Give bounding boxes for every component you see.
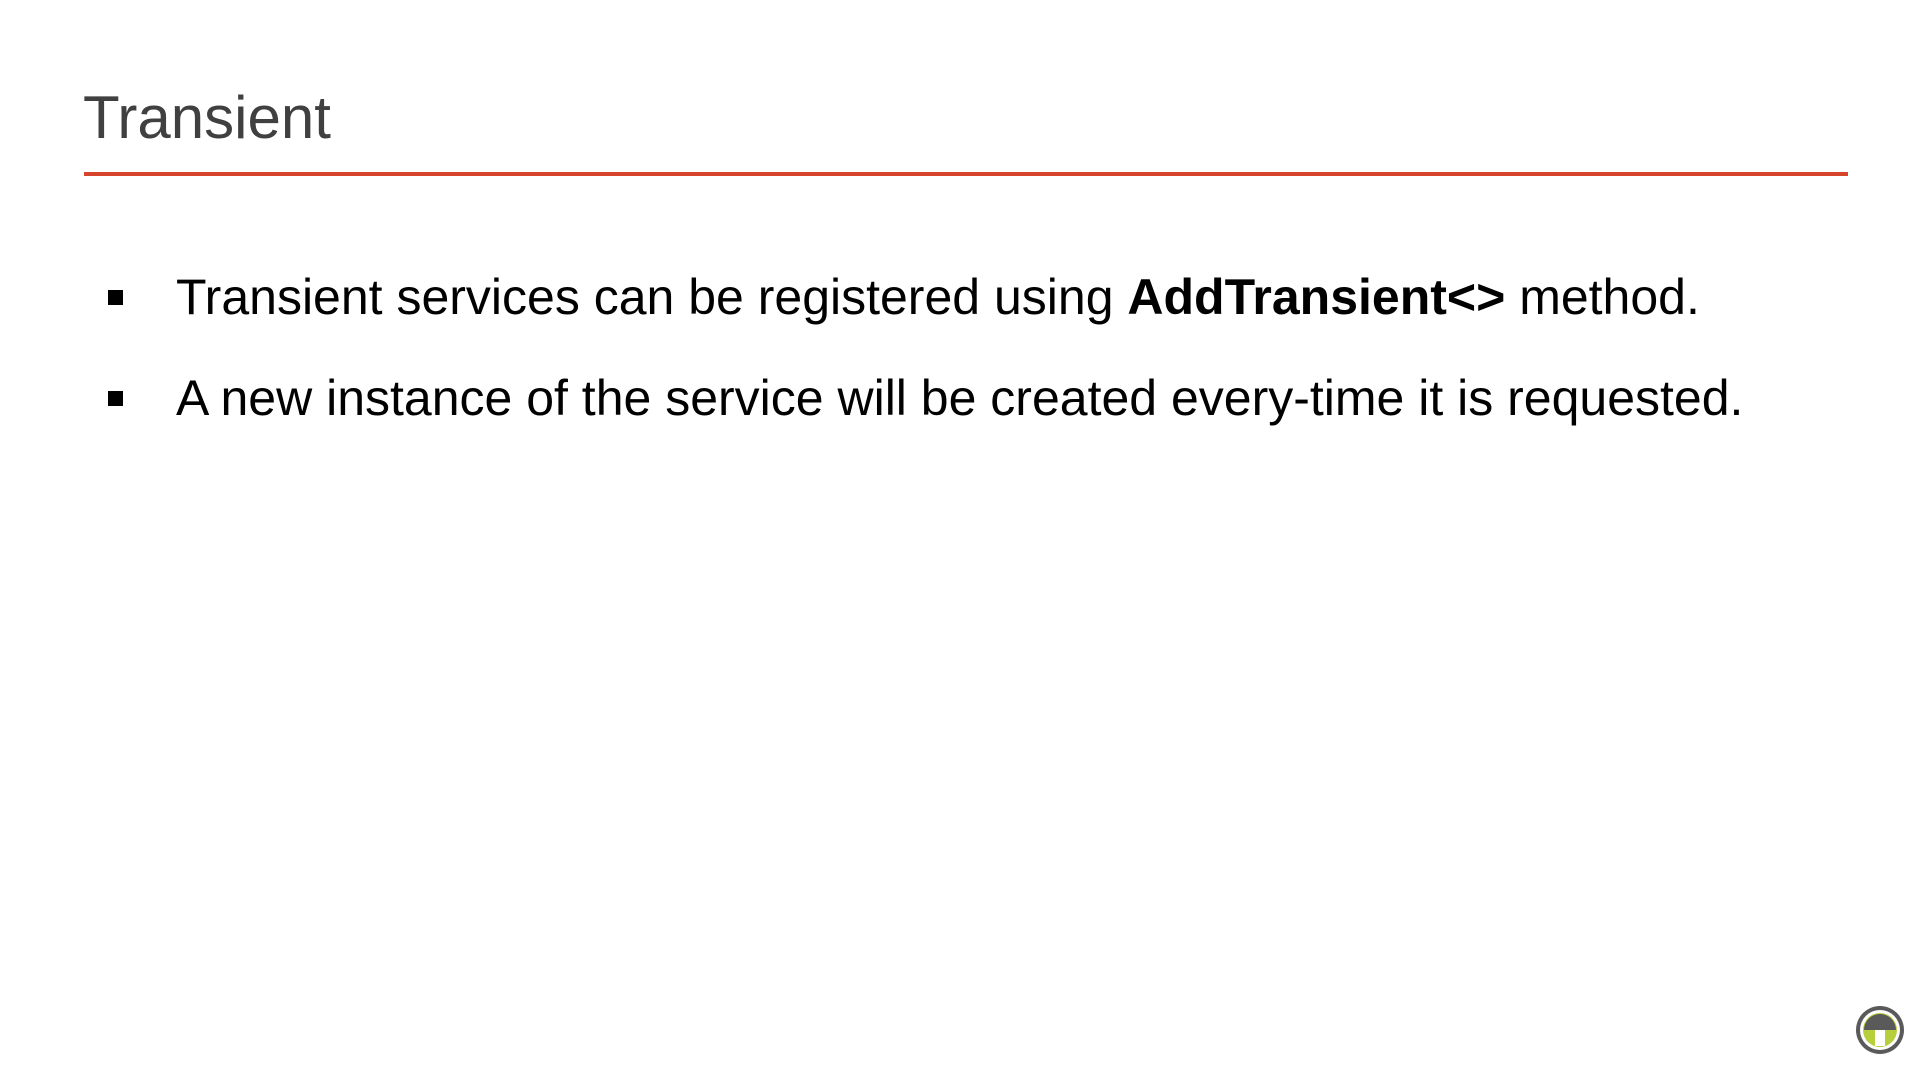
slide: Transient Transient services can be regi…	[0, 0, 1920, 1080]
title-divider	[84, 172, 1848, 176]
bullet-text-2: A new instance of the service will be cr…	[176, 370, 1744, 426]
slide-title: Transient	[83, 84, 331, 151]
circular-g-logo-icon	[1856, 1006, 1904, 1054]
bullet-text-1-bold: AddTransient<>	[1127, 269, 1506, 325]
bullet-item-1: Transient services can be registered usi…	[104, 262, 1864, 332]
bullet-item-2: A new instance of the service will be cr…	[104, 363, 1864, 433]
square-bullet-icon	[108, 390, 123, 406]
bullet-text-1: Transient services can be registered usi…	[176, 268, 1700, 326]
bullet-text-1-before: Transient services can be registered usi…	[176, 269, 1128, 325]
bullet-text-1-after: method.	[1505, 269, 1700, 325]
bullet-list: Transient services can be registered usi…	[104, 262, 1864, 464]
square-bullet-icon	[108, 289, 123, 305]
